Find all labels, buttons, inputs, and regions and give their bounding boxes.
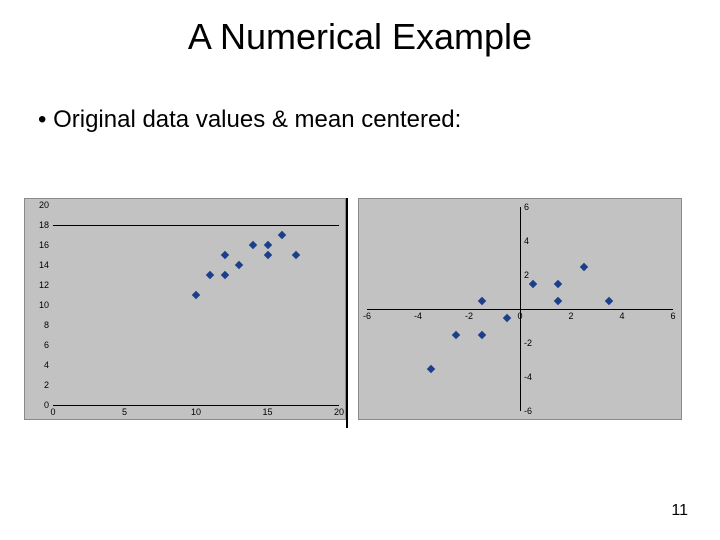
y-axis-line — [520, 207, 521, 411]
x-tick-label: 5 — [122, 407, 127, 417]
x-tick-label: 0 — [517, 311, 522, 321]
x-axis-line — [53, 405, 339, 406]
bullet-line: Original data values & mean centered: — [38, 106, 461, 134]
y-tick-label: 8 — [27, 320, 49, 330]
data-point — [220, 271, 228, 279]
data-point — [554, 296, 562, 304]
x-tick-label: -6 — [363, 311, 371, 321]
data-point — [292, 251, 300, 259]
data-point — [554, 279, 562, 287]
data-point — [235, 261, 243, 269]
chart-separator — [346, 198, 348, 428]
x-tick-label: 2 — [568, 311, 573, 321]
y-tick-label: 12 — [27, 280, 49, 290]
charts-row: 0 2 4 6 8 10 12 14 16 18 20 0 5 10 15 20 -6 -4 -2 0 2 4 6 -6 -4… — [24, 198, 696, 428]
data-point — [263, 251, 271, 259]
y-tick-label: 2 — [524, 270, 529, 280]
page-number: 11 — [671, 502, 688, 520]
data-point — [278, 231, 286, 239]
y-tick-label: -4 — [524, 372, 532, 382]
y-tick-label: 0 — [27, 400, 49, 410]
slide-title: A Numerical Example — [0, 16, 720, 58]
x-tick-label: 10 — [191, 407, 201, 417]
data-point — [605, 296, 613, 304]
data-point — [529, 279, 537, 287]
data-point — [206, 271, 214, 279]
x-tick-label: 4 — [619, 311, 624, 321]
x-tick-label: -4 — [414, 311, 422, 321]
x-tick-label: 20 — [334, 407, 344, 417]
y-tick-label: -2 — [524, 338, 532, 348]
y-tick-label: 16 — [27, 240, 49, 250]
y-tick-label: 4 — [27, 360, 49, 370]
y-tick-label: 14 — [27, 260, 49, 270]
data-point — [503, 313, 511, 321]
data-point — [452, 330, 460, 338]
x-tick-label: 0 — [50, 407, 55, 417]
y-tick-label: -6 — [524, 406, 532, 416]
slide: A Numerical Example Original data values… — [0, 0, 720, 540]
y-tick-label: 20 — [27, 200, 49, 210]
chart-original: 0 2 4 6 8 10 12 14 16 18 20 0 5 10 15 20 — [24, 198, 346, 420]
data-point — [580, 262, 588, 270]
x-tick-label: -2 — [465, 311, 473, 321]
data-point — [427, 364, 435, 372]
chart-centered: -6 -4 -2 0 2 4 6 -6 -4 -2 2 4 6 — [358, 198, 682, 420]
y-tick-label: 4 — [524, 236, 529, 246]
data-point — [263, 241, 271, 249]
y-tick-label: 2 — [27, 380, 49, 390]
x-tick-label: 6 — [670, 311, 675, 321]
data-point — [478, 330, 486, 338]
data-point — [249, 241, 257, 249]
data-point — [478, 296, 486, 304]
x-tick-label: 15 — [262, 407, 272, 417]
gridline — [53, 225, 339, 226]
y-tick-label: 6 — [524, 202, 529, 212]
data-point — [220, 251, 228, 259]
y-tick-label: 18 — [27, 220, 49, 230]
y-tick-label: 6 — [27, 340, 49, 350]
y-tick-label: 10 — [27, 300, 49, 310]
data-point — [192, 291, 200, 299]
